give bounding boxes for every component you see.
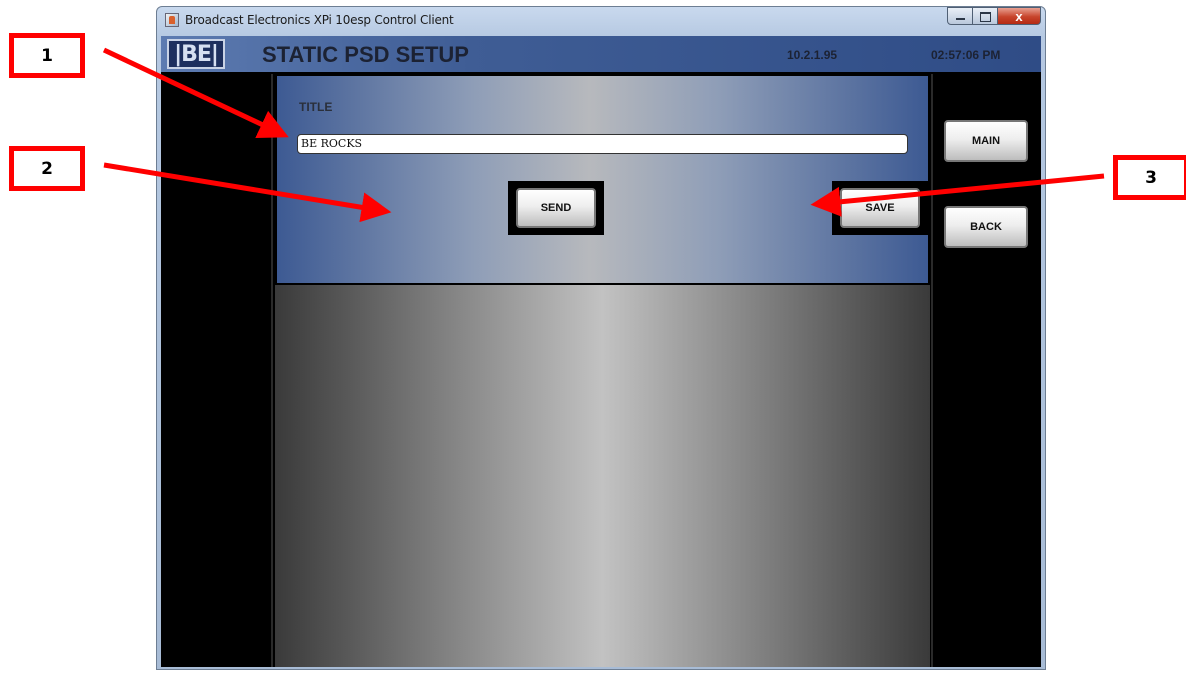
- callout-2: 2: [9, 146, 85, 191]
- back-button[interactable]: BACK: [944, 206, 1028, 248]
- right-divider: [931, 74, 933, 667]
- page-title: STATIC PSD SETUP: [262, 42, 469, 67]
- psd-setup-panel: TITLE BE ROCKS SEND SAVE: [275, 74, 930, 285]
- client-area: |BE| STATIC PSD SETUP 10.2.1.95 02:57:06…: [161, 36, 1041, 667]
- title-bar[interactable]: Broadcast Electronics XPi 10esp Control …: [157, 7, 1045, 33]
- content-background: [275, 285, 930, 667]
- maximize-icon[interactable]: [973, 7, 998, 25]
- save-button-frame: SAVE: [832, 181, 928, 235]
- window-title: Broadcast Electronics XPi 10esp Control …: [185, 13, 454, 27]
- close-icon[interactable]: x: [998, 7, 1041, 25]
- ip-address: 10.2.1.95: [787, 48, 838, 62]
- java-app-icon: [165, 13, 179, 27]
- send-button-frame: SEND: [508, 181, 604, 235]
- title-field-label: TITLE: [299, 100, 333, 114]
- save-button[interactable]: SAVE: [840, 188, 920, 228]
- main-button[interactable]: MAIN: [944, 120, 1028, 162]
- title-input[interactable]: BE ROCKS: [297, 134, 908, 154]
- callout-1: 1: [9, 33, 85, 78]
- close-glyph: x: [1015, 9, 1023, 24]
- callout-3: 3: [1113, 155, 1186, 200]
- app-header: |BE| STATIC PSD SETUP 10.2.1.95 02:57:06…: [161, 36, 1041, 72]
- be-logo: |BE|: [167, 39, 225, 69]
- left-divider: [271, 74, 273, 667]
- logo-text: |BE|: [174, 42, 219, 67]
- minimize-icon[interactable]: [947, 7, 973, 25]
- clock: 02:57:06 PM: [931, 48, 1001, 62]
- send-button[interactable]: SEND: [516, 188, 596, 228]
- window-controls: x: [947, 7, 1041, 27]
